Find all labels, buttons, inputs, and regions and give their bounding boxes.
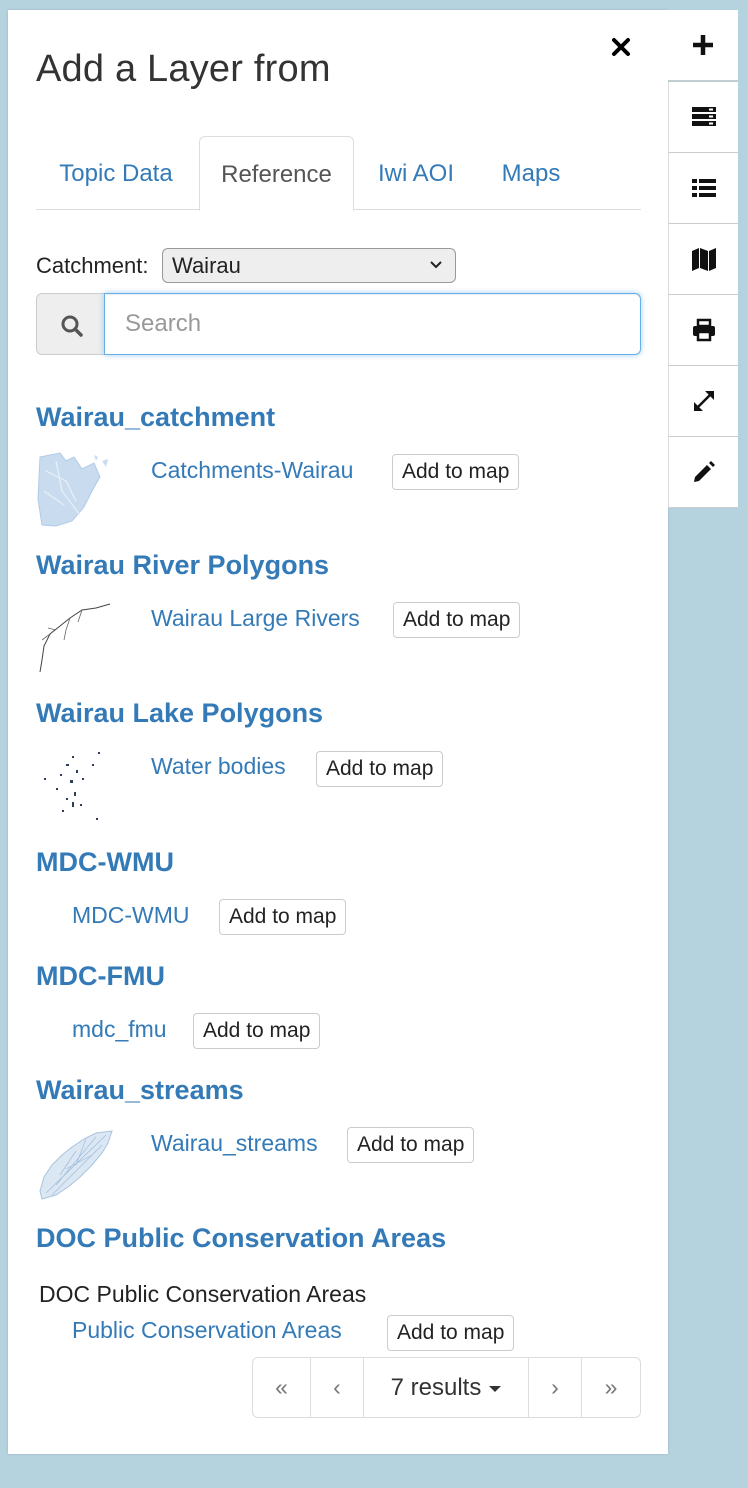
results-dropdown[interactable]: 7 results <box>364 1358 529 1417</box>
toolbar-print[interactable] <box>668 295 738 366</box>
tab-reference[interactable]: Reference <box>199 136 354 211</box>
catchment-select[interactable]: Wairau <box>162 248 456 283</box>
search-input[interactable] <box>104 293 641 355</box>
last-page-button[interactable]: » <box>582 1358 640 1417</box>
pencil-icon <box>694 461 715 482</box>
group-title-wairau-catchment[interactable]: Wairau_catchment <box>36 402 275 433</box>
panel-title: Add a Layer from <box>36 48 331 90</box>
first-page-button[interactable]: « <box>253 1358 311 1417</box>
group-title-mdc-fmu[interactable]: MDC-FMU <box>36 961 165 992</box>
group-title-wairau-river-polygons[interactable]: Wairau River Polygons <box>36 550 329 581</box>
search-addon <box>36 293 106 355</box>
layer-link-water-bodies[interactable]: Water bodies <box>151 753 286 780</box>
add-layer-panel: Add a Layer from Topic Data Reference Iw… <box>8 10 668 1454</box>
catchment-label: Catchment: <box>36 253 149 278</box>
expand-icon <box>694 391 714 411</box>
tab-iwi-aoi[interactable]: Iwi AOI <box>361 136 471 210</box>
map-icon <box>692 248 716 271</box>
catchment-thumbnail <box>36 451 116 527</box>
results-count: 7 results <box>390 1374 482 1401</box>
next-page-button[interactable]: › <box>529 1358 582 1417</box>
prev-page-button[interactable]: ‹ <box>311 1358 364 1417</box>
group-title-doc-public-conservation-areas[interactable]: DOC Public Conservation Areas <box>36 1223 446 1254</box>
streams-thumbnail <box>36 1125 116 1201</box>
catchment-value: Wairau <box>172 253 241 278</box>
print-icon <box>693 318 715 342</box>
toolbar-layers[interactable] <box>668 82 738 153</box>
chevron-down-icon <box>430 261 442 269</box>
add-to-map-button[interactable]: Add to map <box>392 454 520 490</box>
layer-link-catchments-wairau[interactable]: Catchments-Wairau <box>151 457 353 484</box>
layer-link-mdc-wmu[interactable]: MDC-WMU <box>72 902 190 929</box>
source-tabs: Topic Data Reference Iwi AOI Maps <box>36 136 641 211</box>
tab-maps[interactable]: Maps <box>483 136 579 210</box>
caret-down-icon <box>489 1385 502 1392</box>
toolbar-fullscreen[interactable] <box>668 366 738 437</box>
toolbar-legend[interactable] <box>668 153 738 224</box>
server-icon <box>692 107 716 126</box>
add-to-map-button[interactable]: Add to map <box>193 1013 321 1049</box>
lakes-thumbnail <box>36 748 116 824</box>
add-to-map-button[interactable]: Add to map <box>393 602 521 638</box>
add-to-map-button[interactable]: Add to map <box>387 1315 515 1351</box>
add-to-map-button[interactable]: Add to map <box>219 899 347 935</box>
add-to-map-button[interactable]: Add to map <box>347 1127 475 1163</box>
close-icon[interactable] <box>608 34 636 62</box>
toolbar-draw[interactable] <box>668 437 738 508</box>
layer-link-wairau-streams[interactable]: Wairau_streams <box>151 1130 318 1157</box>
group-sublabel: DOC Public Conservation Areas <box>39 1281 367 1307</box>
toolbar-add-layer[interactable] <box>668 10 738 81</box>
rivers-thumbnail <box>36 600 116 676</box>
layer-link-wairau-large-rivers[interactable]: Wairau Large Rivers <box>151 605 360 632</box>
group-title-wairau-lake-polygons[interactable]: Wairau Lake Polygons <box>36 698 323 729</box>
tab-topic-data[interactable]: Topic Data <box>36 136 196 210</box>
search-icon <box>61 315 83 337</box>
add-to-map-button[interactable]: Add to map <box>316 751 444 787</box>
pagination: « ‹ 7 results › » <box>252 1357 641 1418</box>
layer-link-public-conservation-areas[interactable]: Public Conservation Areas <box>72 1317 342 1344</box>
plus-icon <box>693 35 713 55</box>
list-icon <box>692 179 716 197</box>
group-title-wairau-streams[interactable]: Wairau_streams <box>36 1075 244 1106</box>
group-title-mdc-wmu[interactable]: MDC-WMU <box>36 847 174 878</box>
toolbar-basemap[interactable] <box>668 224 738 295</box>
layer-link-mdc-fmu[interactable]: mdc_fmu <box>72 1016 167 1043</box>
